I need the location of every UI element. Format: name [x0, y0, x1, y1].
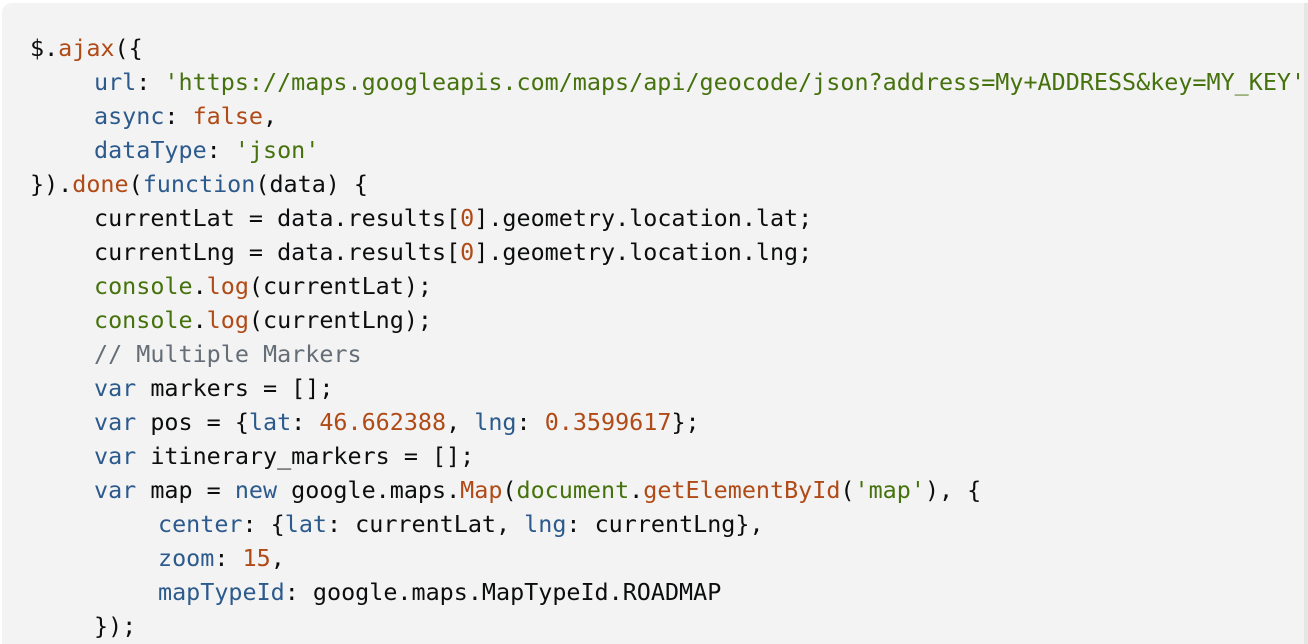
code-string: 'map' [854, 476, 925, 504]
code-line: var itinerary_markers = []; [30, 439, 1308, 473]
code-text: pos = { [136, 408, 249, 436]
code-listing: $.ajax({url: 'https://maps.googleapis.co… [2, 3, 1308, 643]
code-text: ({ [114, 34, 143, 62]
code-literal: ajax [58, 34, 115, 62]
code-line: var pos = {lat: 46.662388, lng: 0.359961… [30, 405, 1308, 439]
code-literal: log [206, 306, 249, 334]
code-keyword: lat [248, 408, 292, 436]
code-line: async: false, [30, 99, 1308, 133]
code-text: ].geometry.location.lat; [474, 204, 813, 232]
code-text: : [136, 68, 165, 96]
code-line: }).done(function(data) { [30, 167, 1308, 201]
code-literal: 15 [242, 544, 271, 572]
code-keyword: new [234, 476, 278, 504]
code-keyword: var [94, 476, 137, 504]
code-text: (currentLng); [248, 306, 432, 334]
code-line: var markers = []; [30, 371, 1308, 405]
code-keyword: var [94, 408, 137, 436]
code-text: ( [840, 476, 855, 504]
code-line: var map = new google.maps.Map(document.g… [30, 473, 1308, 507]
code-string: console [94, 272, 193, 300]
code-line: console.log(currentLng); [30, 303, 1308, 337]
code-literal: 0.3599617 [544, 408, 672, 436]
code-text: : [214, 544, 243, 572]
code-text: . [629, 476, 644, 504]
code-literal: getElementById [643, 476, 841, 504]
code-literal: log [206, 272, 249, 300]
code-line: currentLat = data.results[0].geometry.lo… [30, 201, 1308, 235]
code-text: currentLng = data.results[ [94, 238, 461, 266]
code-line: $.ajax({ [30, 31, 1308, 65]
code-line: }); [30, 609, 1308, 643]
code-text: }; [671, 408, 700, 436]
code-line: mapTypeId: google.maps.MapTypeId.ROADMAP [30, 575, 1308, 609]
code-text: , [270, 544, 285, 572]
code-line: center: {lat: currentLat, lng: currentLn… [30, 507, 1308, 541]
code-keyword: function [142, 170, 256, 198]
code-text: . [192, 306, 207, 334]
code-text: $. [30, 34, 59, 62]
code-text: currentLat = data.results[ [94, 204, 461, 232]
code-text: , [446, 408, 475, 436]
code-keyword: lng [524, 510, 567, 538]
code-text: google.maps. [277, 476, 461, 504]
code-text: , [263, 102, 278, 130]
code-line: // Multiple Markers [30, 337, 1308, 371]
code-literal: Map [460, 476, 503, 504]
code-text: ), { [924, 476, 982, 504]
code-keyword: var [94, 442, 137, 470]
code-literal: 46.662388 [319, 408, 447, 436]
code-text: : [206, 136, 235, 164]
code-text: map = [136, 476, 235, 504]
code-literal: 0 [460, 238, 475, 266]
code-text: : currentLng}, [566, 510, 764, 538]
code-text: : currentLat, [327, 510, 525, 538]
code-block: $.ajax({url: 'https://maps.googleapis.co… [2, 3, 1308, 644]
code-line: url: 'https://maps.googleapis.com/maps/a… [30, 65, 1308, 99]
code-text: (data) { [255, 170, 369, 198]
code-string: document [516, 476, 630, 504]
code-comment: // Multiple Markers [94, 340, 362, 368]
code-string: 'json' [234, 136, 320, 164]
code-literal: done [72, 170, 129, 198]
horizontal-scroll-edge[interactable] [1304, 3, 1308, 644]
code-string: console [94, 306, 193, 334]
code-text: : [291, 408, 320, 436]
code-line: currentLng = data.results[0].geometry.lo… [30, 235, 1308, 269]
code-keyword: lat [284, 510, 327, 538]
code-keyword: lng [474, 408, 517, 436]
code-keyword: center [158, 510, 243, 538]
code-text: (currentLat); [248, 272, 432, 300]
code-literal: false [192, 102, 264, 130]
code-literal: 0 [460, 204, 475, 232]
code-text: : { [242, 510, 285, 538]
code-text: ( [128, 170, 143, 198]
code-line: dataType: 'json' [30, 133, 1308, 167]
code-text: : [164, 102, 193, 130]
code-keyword: zoom [158, 544, 215, 572]
code-line: console.log(currentLat); [30, 269, 1308, 303]
code-text: : [516, 408, 545, 436]
code-text: itinerary_markers = []; [136, 442, 475, 470]
code-text: markers = []; [136, 374, 334, 402]
code-text: : google.maps.MapTypeId.ROADMAP [284, 578, 722, 606]
code-keyword: url [94, 68, 137, 96]
code-text: . [192, 272, 207, 300]
code-keyword: mapTypeId [158, 578, 285, 606]
code-keyword: async [94, 102, 165, 130]
code-text: ( [502, 476, 517, 504]
code-text: }); [94, 612, 137, 640]
code-line: zoom: 15, [30, 541, 1308, 575]
code-string: 'https://maps.googleapis.com/maps/api/ge… [164, 68, 1306, 96]
code-text: ].geometry.location.lng; [474, 238, 813, 266]
code-keyword: var [94, 374, 137, 402]
code-text: }). [30, 170, 73, 198]
code-keyword: dataType [94, 136, 207, 164]
